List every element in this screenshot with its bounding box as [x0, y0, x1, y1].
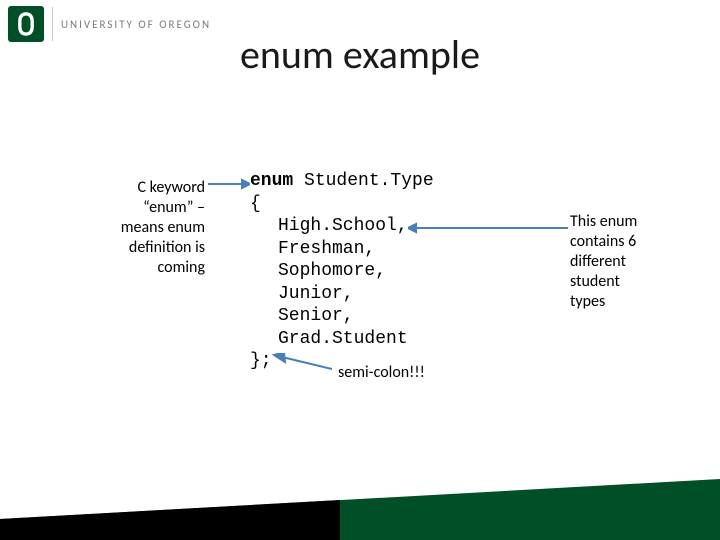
annot-contains-l2: contains 6 [570, 232, 690, 252]
code-typename: Student.Type [293, 171, 433, 191]
annot-keyword-l4: definition is [95, 238, 205, 258]
code-line-5: Sophomore, [278, 260, 434, 283]
annot-keyword-l2: “enum” – [95, 198, 205, 218]
code-line-6: Junior, [278, 283, 434, 306]
slide: UNIVERSITY OF OREGON enum example enum S… [0, 0, 720, 540]
annot-contains-l4: student [570, 272, 690, 292]
arrow-icon [408, 222, 568, 234]
footer-shape [0, 475, 720, 540]
code-line-4: Freshman, [278, 238, 434, 261]
annot-semicolon: semi-colon!!! [338, 363, 425, 383]
annot-contains-l5: types [570, 292, 690, 312]
arrow-icon [208, 178, 250, 190]
code-block: enum Student.Type { High.School, Freshma… [250, 170, 434, 373]
annot-keyword-l1: C keyword [95, 178, 205, 198]
annot-contains-l3: different [570, 252, 690, 272]
annot-contains: This enum contains 6 different student t… [570, 212, 690, 312]
annot-keyword: C keyword “enum” – means enum definition… [95, 178, 205, 278]
slide-title: enum example [0, 30, 720, 79]
annot-keyword-l3: means enum [95, 218, 205, 238]
annot-keyword-l5: coming [95, 258, 205, 278]
code-line-1: enum Student.Type [250, 170, 434, 193]
code-line-7: Senior, [278, 305, 434, 328]
code-line-2: { [250, 193, 434, 216]
institution-name: UNIVERSITY OF OREGON [61, 18, 211, 31]
code-keyword-enum: enum [250, 171, 293, 191]
arrow-icon [272, 353, 332, 373]
annot-contains-l1: This enum [570, 212, 690, 232]
code-line-8: Grad.Student [278, 328, 434, 351]
